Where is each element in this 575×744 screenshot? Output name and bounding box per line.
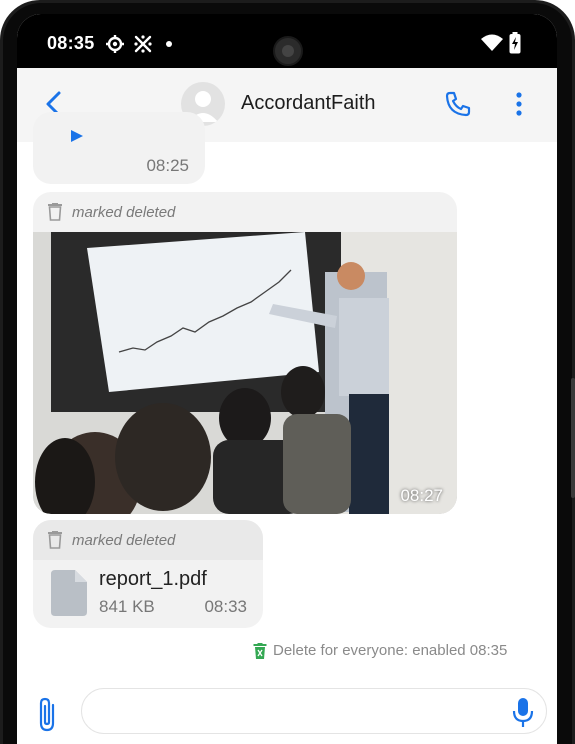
file-name[interactable]: report_1.pdf [99,568,207,591]
notification-dot-icon [166,41,172,47]
trash-icon [48,203,62,221]
composer-bar [17,684,557,744]
deleted-header: marked deleted [33,520,263,560]
file-message-bubble[interactable]: marked deleted report_1.pdf 841 KB 08:33 [33,520,263,628]
call-phone-icon[interactable] [444,90,472,118]
phone-frame: 08:35 AccordantFaith 08:25 marked delete… [0,0,575,744]
delete-notice-icon [253,642,267,659]
contact-name[interactable]: AccordantFaith [241,92,376,115]
deleted-indicator: marked deleted [47,201,175,223]
microphone-icon[interactable] [511,698,535,728]
deleted-indicator: marked deleted [47,529,175,551]
wifi-icon [481,34,503,51]
system-notice: Delete for everyone: enabled 08:35 [253,642,507,659]
deleted-label: marked deleted [72,203,176,221]
screen: 08:35 AccordantFaith 08:25 marked delete… [17,14,557,744]
status-bar: 08:35 [17,14,557,68]
message-input[interactable] [81,688,547,734]
battery-charging-icon [509,32,521,54]
deleted-label: marked deleted [72,531,176,549]
file-size: 841 KB [99,597,155,616]
image-message-bubble[interactable]: marked deleted 08:27 [33,192,457,514]
message-time: 08:33 [204,597,247,616]
system-notice-text: Delete for everyone: enabled 08:35 [273,642,508,659]
trash-icon [48,531,62,549]
status-time: 08:35 [47,33,95,53]
side-button [571,378,575,498]
message-time: 08:25 [146,156,189,175]
front-camera [273,36,303,66]
message-list[interactable]: 08:25 marked deleted 08:27 marked delete… [17,112,557,688]
more-options-icon[interactable] [511,90,527,118]
photo-illustration [33,232,457,514]
presentation-photo[interactable]: 08:27 [33,232,457,514]
settings-gear-icon [106,35,124,53]
play-icon[interactable] [71,130,83,142]
signal-x-icon [134,35,152,53]
audio-message-bubble[interactable]: 08:25 [33,112,205,184]
paperclip-attach-icon[interactable] [35,696,61,734]
file-document-icon [51,570,87,616]
message-time: 08:27 [400,486,443,505]
